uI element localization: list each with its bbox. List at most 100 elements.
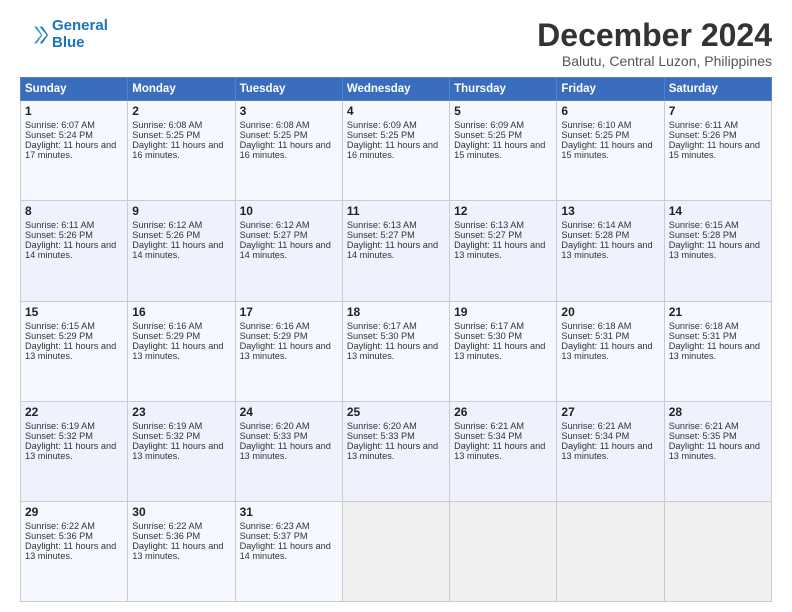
sunrise-label: Sunrise: 6:21 AM: [561, 421, 631, 431]
sunrise-label: Sunrise: 6:16 AM: [132, 321, 202, 331]
sunset-label: Sunset: 5:27 PM: [240, 230, 308, 240]
calendar-cell: 6 Sunrise: 6:10 AM Sunset: 5:25 PM Dayli…: [557, 101, 664, 201]
calendar-week-row: 1 Sunrise: 6:07 AM Sunset: 5:24 PM Dayli…: [21, 101, 772, 201]
sunrise-label: Sunrise: 6:17 AM: [454, 321, 524, 331]
calendar-cell: 24 Sunrise: 6:20 AM Sunset: 5:33 PM Dayl…: [235, 401, 342, 501]
sunrise-label: Sunrise: 6:20 AM: [240, 421, 310, 431]
day-number: 5: [454, 104, 552, 118]
day-number: 16: [132, 305, 230, 319]
day-number: 13: [561, 204, 659, 218]
daylight-label: Daylight: 11 hours and 13 minutes.: [454, 240, 545, 260]
calendar-week-row: 8 Sunrise: 6:11 AM Sunset: 5:26 PM Dayli…: [21, 201, 772, 301]
daylight-label: Daylight: 11 hours and 13 minutes.: [25, 541, 116, 561]
day-header-saturday: Saturday: [664, 78, 771, 101]
sunset-label: Sunset: 5:29 PM: [25, 331, 93, 341]
sunset-label: Sunset: 5:32 PM: [25, 431, 93, 441]
logo-text: General Blue: [52, 18, 108, 51]
daylight-label: Daylight: 11 hours and 13 minutes.: [561, 240, 652, 260]
sunset-label: Sunset: 5:32 PM: [132, 431, 200, 441]
day-number: 11: [347, 204, 445, 218]
day-header-thursday: Thursday: [450, 78, 557, 101]
sunset-label: Sunset: 5:26 PM: [25, 230, 93, 240]
sunrise-label: Sunrise: 6:20 AM: [347, 421, 417, 431]
day-number: 18: [347, 305, 445, 319]
calendar-cell: 3 Sunrise: 6:08 AM Sunset: 5:25 PM Dayli…: [235, 101, 342, 201]
calendar-cell: 4 Sunrise: 6:09 AM Sunset: 5:25 PM Dayli…: [342, 101, 449, 201]
sunset-label: Sunset: 5:30 PM: [347, 331, 415, 341]
calendar-cell: 22 Sunrise: 6:19 AM Sunset: 5:32 PM Dayl…: [21, 401, 128, 501]
subtitle: Balutu, Central Luzon, Philippines: [537, 53, 772, 69]
calendar-cell: 21 Sunrise: 6:18 AM Sunset: 5:31 PM Dayl…: [664, 301, 771, 401]
calendar-cell: 13 Sunrise: 6:14 AM Sunset: 5:28 PM Dayl…: [557, 201, 664, 301]
daylight-label: Daylight: 11 hours and 13 minutes.: [25, 341, 116, 361]
day-header-row: SundayMondayTuesdayWednesdayThursdayFrid…: [21, 78, 772, 101]
calendar-cell: 23 Sunrise: 6:19 AM Sunset: 5:32 PM Dayl…: [128, 401, 235, 501]
sunset-label: Sunset: 5:36 PM: [25, 531, 93, 541]
sunrise-label: Sunrise: 6:09 AM: [454, 120, 524, 130]
sunrise-label: Sunrise: 6:23 AM: [240, 521, 310, 531]
day-header-tuesday: Tuesday: [235, 78, 342, 101]
calendar-cell: [557, 501, 664, 601]
calendar-cell: 31 Sunrise: 6:23 AM Sunset: 5:37 PM Dayl…: [235, 501, 342, 601]
header: General Blue December 2024 Balutu, Centr…: [20, 18, 772, 69]
calendar-cell: 5 Sunrise: 6:09 AM Sunset: 5:25 PM Dayli…: [450, 101, 557, 201]
daylight-label: Daylight: 11 hours and 14 minutes.: [240, 541, 331, 561]
day-number: 28: [669, 405, 767, 419]
calendar-cell: [664, 501, 771, 601]
sunset-label: Sunset: 5:28 PM: [669, 230, 737, 240]
day-number: 14: [669, 204, 767, 218]
daylight-label: Daylight: 11 hours and 13 minutes.: [454, 341, 545, 361]
daylight-label: Daylight: 11 hours and 13 minutes.: [132, 541, 223, 561]
main-title: December 2024: [537, 18, 772, 53]
sunrise-label: Sunrise: 6:12 AM: [240, 220, 310, 230]
sunrise-label: Sunrise: 6:15 AM: [25, 321, 95, 331]
sunrise-label: Sunrise: 6:19 AM: [25, 421, 95, 431]
day-number: 10: [240, 204, 338, 218]
logo-icon: [20, 21, 48, 49]
day-number: 25: [347, 405, 445, 419]
day-number: 3: [240, 104, 338, 118]
calendar-body: 1 Sunrise: 6:07 AM Sunset: 5:24 PM Dayli…: [21, 101, 772, 602]
sunrise-label: Sunrise: 6:15 AM: [669, 220, 739, 230]
sunrise-label: Sunrise: 6:11 AM: [25, 220, 94, 230]
sunset-label: Sunset: 5:25 PM: [454, 130, 522, 140]
calendar-cell: 1 Sunrise: 6:07 AM Sunset: 5:24 PM Dayli…: [21, 101, 128, 201]
day-number: 1: [25, 104, 123, 118]
sunset-label: Sunset: 5:33 PM: [347, 431, 415, 441]
daylight-label: Daylight: 11 hours and 16 minutes.: [347, 140, 438, 160]
sunset-label: Sunset: 5:27 PM: [454, 230, 522, 240]
calendar-cell: 9 Sunrise: 6:12 AM Sunset: 5:26 PM Dayli…: [128, 201, 235, 301]
sunset-label: Sunset: 5:33 PM: [240, 431, 308, 441]
day-number: 9: [132, 204, 230, 218]
day-number: 23: [132, 405, 230, 419]
sunset-label: Sunset: 5:29 PM: [132, 331, 200, 341]
sunset-label: Sunset: 5:27 PM: [347, 230, 415, 240]
sunset-label: Sunset: 5:28 PM: [561, 230, 629, 240]
calendar-week-row: 22 Sunrise: 6:19 AM Sunset: 5:32 PM Dayl…: [21, 401, 772, 501]
sunset-label: Sunset: 5:34 PM: [561, 431, 629, 441]
day-header-friday: Friday: [557, 78, 664, 101]
day-number: 29: [25, 505, 123, 519]
day-number: 21: [669, 305, 767, 319]
daylight-label: Daylight: 11 hours and 14 minutes.: [132, 240, 223, 260]
day-number: 17: [240, 305, 338, 319]
daylight-label: Daylight: 11 hours and 14 minutes.: [25, 240, 116, 260]
sunrise-label: Sunrise: 6:17 AM: [347, 321, 417, 331]
day-number: 20: [561, 305, 659, 319]
calendar-cell: 11 Sunrise: 6:13 AM Sunset: 5:27 PM Dayl…: [342, 201, 449, 301]
day-number: 31: [240, 505, 338, 519]
sunset-label: Sunset: 5:34 PM: [454, 431, 522, 441]
daylight-label: Daylight: 11 hours and 15 minutes.: [669, 140, 760, 160]
daylight-label: Daylight: 11 hours and 13 minutes.: [132, 441, 223, 461]
day-number: 4: [347, 104, 445, 118]
sunrise-label: Sunrise: 6:19 AM: [132, 421, 202, 431]
calendar-cell: 17 Sunrise: 6:16 AM Sunset: 5:29 PM Dayl…: [235, 301, 342, 401]
sunset-label: Sunset: 5:26 PM: [669, 130, 737, 140]
daylight-label: Daylight: 11 hours and 13 minutes.: [132, 341, 223, 361]
calendar-cell: 27 Sunrise: 6:21 AM Sunset: 5:34 PM Dayl…: [557, 401, 664, 501]
daylight-label: Daylight: 11 hours and 13 minutes.: [669, 240, 760, 260]
calendar-cell: 12 Sunrise: 6:13 AM Sunset: 5:27 PM Dayl…: [450, 201, 557, 301]
calendar-cell: 18 Sunrise: 6:17 AM Sunset: 5:30 PM Dayl…: [342, 301, 449, 401]
calendar-week-row: 29 Sunrise: 6:22 AM Sunset: 5:36 PM Dayl…: [21, 501, 772, 601]
sunset-label: Sunset: 5:36 PM: [132, 531, 200, 541]
